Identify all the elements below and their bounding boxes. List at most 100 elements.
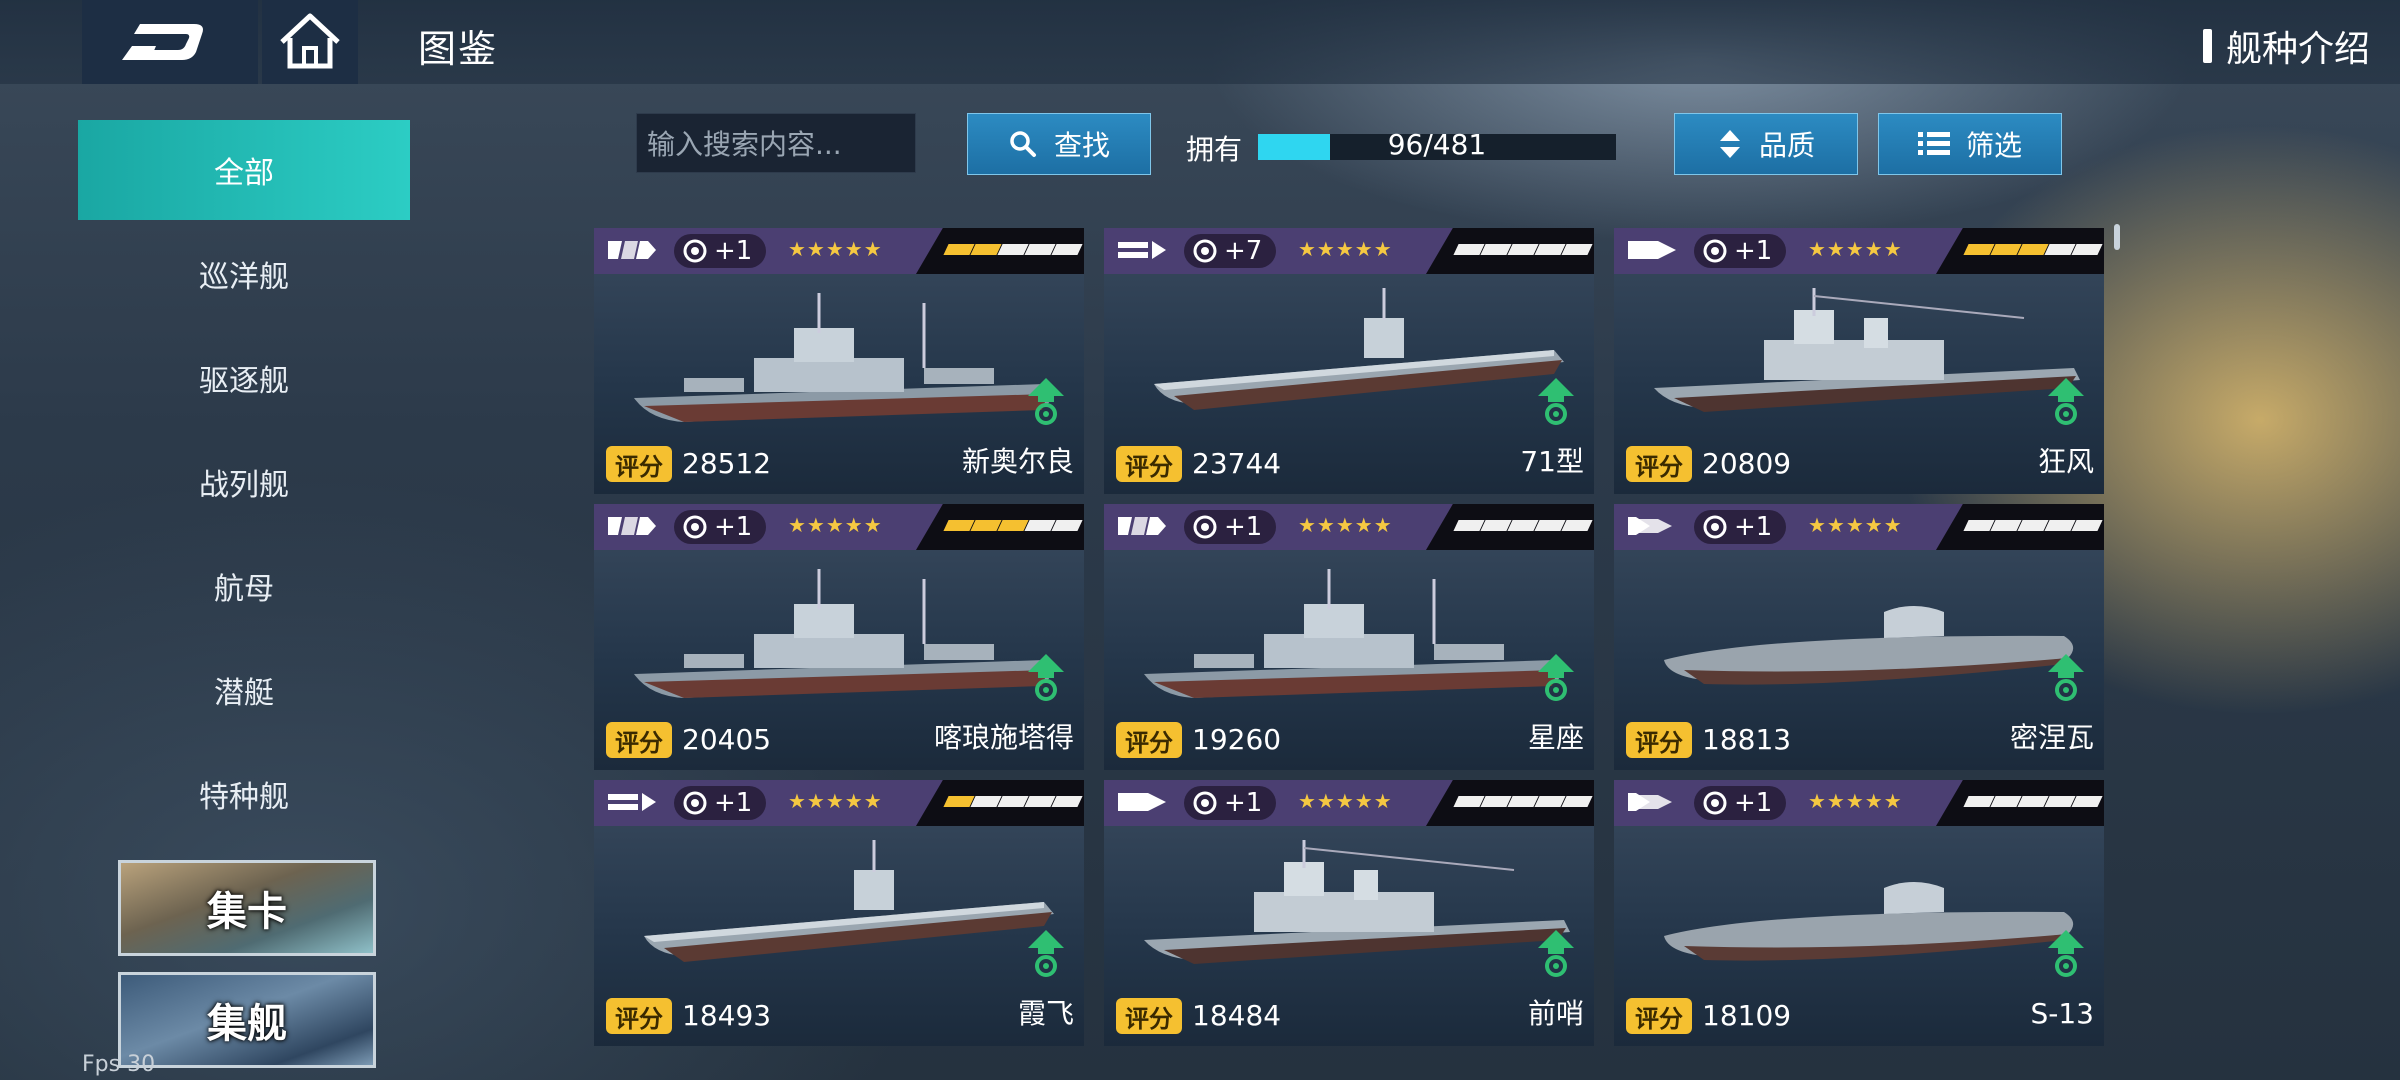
cruiser-icon <box>1118 517 1166 535</box>
category-all[interactable]: 全部 <box>78 120 410 220</box>
home-button[interactable] <box>262 0 358 84</box>
gear-icon <box>1703 239 1727 263</box>
upgrade-plus: +1 <box>714 788 753 818</box>
ship-type-intro-button[interactable]: 舰种介绍 <box>2202 20 2370 72</box>
carrier-icon <box>1118 241 1166 259</box>
top-bar: 图鉴 舰种介绍 <box>0 0 2400 84</box>
search-input[interactable]: 输入搜索内容... <box>636 113 916 173</box>
category-special[interactable]: 特种舰 <box>78 744 410 844</box>
upgrade-plus: +1 <box>1734 512 1773 542</box>
card-header: +1 ★★★★★ <box>594 780 1084 826</box>
ship-name: 71型 <box>1520 445 1584 478</box>
filter-button[interactable]: 筛选 <box>1878 113 2062 175</box>
ship-card[interactable]: +1 ★★★★★ 评分 18484 前哨 <box>1104 780 1594 1046</box>
collect-ships-label: 集舰 <box>207 1001 287 1047</box>
category-carrier[interactable]: 航母 <box>78 536 410 636</box>
upgrade-arrow-icon <box>2048 654 2084 701</box>
star-rating: ★★★★★ <box>788 789 883 813</box>
quality-button-label: 品质 <box>1758 129 1815 162</box>
level-bar <box>1936 504 2104 550</box>
collect-cards-label: 集卡 <box>207 889 287 935</box>
level-segment <box>1051 520 1083 531</box>
upgrade-plus: +1 <box>1224 512 1263 542</box>
destroyer-icon <box>1118 793 1166 811</box>
ship-name: 霞飞 <box>1017 997 1074 1030</box>
star-rating: ★★★★★ <box>788 237 883 261</box>
grid-scrollbar[interactable] <box>2114 224 2120 250</box>
ship-image <box>1144 840 1570 964</box>
score-value: 18484 <box>1192 999 1282 1032</box>
level-segment <box>1561 244 1593 255</box>
cruiser-icon <box>608 241 656 259</box>
ship-card[interactable]: +1 ★★★★★ 评分 20809 狂风 <box>1614 228 2104 494</box>
category-destroyer[interactable]: 驱逐舰 <box>78 328 410 428</box>
ship-card[interactable]: +1 ★★★★★ 评分 18109 S-13 <box>1614 780 2104 1046</box>
ship-name: 密涅瓦 <box>2009 721 2094 754</box>
card-header: +1 ★★★★★ <box>1614 780 2104 826</box>
collect-ships-button[interactable]: 集舰 <box>118 972 376 1068</box>
score-value: 18109 <box>1702 999 1792 1032</box>
upgrade-plus: +7 <box>1224 236 1263 266</box>
search-button[interactable]: 查找 <box>967 113 1151 175</box>
score-value: 18493 <box>682 999 772 1032</box>
score-value: 19260 <box>1192 723 1282 756</box>
ship-card[interactable]: +1 ★★★★★ 评分 18493 霞飞 <box>594 780 1084 1046</box>
collect-cards-button[interactable]: 集卡 <box>118 860 376 956</box>
search-button-label: 查找 <box>1053 129 1110 162</box>
owned-label: 拥有 <box>1186 133 1243 166</box>
score-badge: 评分 <box>1626 446 1692 482</box>
ship-type-intro-label: 舰种介绍 <box>2225 29 2370 70</box>
gear-icon <box>1193 791 1217 815</box>
score-badge: 评分 <box>1116 446 1182 482</box>
gear-icon <box>1193 515 1217 539</box>
quality-sort-button[interactable]: 品质 <box>1674 113 1858 175</box>
upgrade-pill: +1 <box>674 786 766 820</box>
card-header: +1 ★★★★★ <box>1104 504 1594 550</box>
ship-image <box>1664 882 2074 961</box>
score-badge: 评分 <box>1626 722 1692 758</box>
level-bar <box>1936 228 2104 274</box>
score-badge: 评分 <box>606 722 672 758</box>
upgrade-plus: +1 <box>714 512 753 542</box>
upgrade-arrow-icon <box>1028 378 1064 425</box>
gear-icon <box>683 791 707 815</box>
score-value: 23744 <box>1192 447 1282 480</box>
score-value: 28512 <box>682 447 772 480</box>
level-segment <box>1051 244 1083 255</box>
ship-card[interactable]: +7 ★★★★★ 评分 23744 71型 <box>1104 228 1594 494</box>
destroyer-icon <box>1628 241 1676 259</box>
card-header: +1 ★★★★★ <box>594 228 1084 274</box>
level-bar <box>1936 780 2104 826</box>
level-segment <box>2071 796 2103 807</box>
upgrade-plus: +1 <box>1224 788 1263 818</box>
card-header: +1 ★★★★★ <box>1614 504 2104 550</box>
search-icon <box>1010 131 1036 157</box>
filter-button-label: 筛选 <box>1965 129 2022 162</box>
level-segment <box>1561 520 1593 531</box>
score-badge: 评分 <box>1626 998 1692 1034</box>
gear-icon <box>1703 515 1727 539</box>
carrier-icon <box>608 793 656 811</box>
ship-image <box>634 293 1052 422</box>
exclamation-icon <box>2202 29 2212 63</box>
card-header: +1 ★★★★★ <box>594 504 1084 550</box>
ship-card[interactable]: +1 ★★★★★ 评分 28512 新奥尔良 <box>594 228 1084 494</box>
score-value: 18813 <box>1702 723 1792 756</box>
upgrade-plus: +1 <box>1734 236 1773 266</box>
category-cruiser[interactable]: 巡洋舰 <box>78 224 410 324</box>
ship-card[interactable]: +1 ★★★★★ 评分 20405 喀琅施塔得 <box>594 504 1084 770</box>
level-segment <box>1561 796 1593 807</box>
ship-image <box>1664 606 2074 685</box>
category-submarine[interactable]: 潜艇 <box>78 640 410 740</box>
ship-image <box>1144 569 1562 698</box>
level-segment <box>2071 244 2103 255</box>
ship-card[interactable]: +1 ★★★★★ 评分 19260 星座 <box>1104 504 1594 770</box>
list-filter-icon <box>1917 132 1950 155</box>
back-logo-button[interactable] <box>82 0 258 84</box>
submarine-icon <box>1628 793 1672 811</box>
upgrade-pill: +1 <box>674 234 766 268</box>
category-battleship[interactable]: 战列舰 <box>78 432 410 532</box>
level-bar <box>916 504 1084 550</box>
ship-card[interactable]: +1 ★★★★★ 评分 18813 密涅瓦 <box>1614 504 2104 770</box>
ship-name: S-13 <box>2030 997 2094 1030</box>
